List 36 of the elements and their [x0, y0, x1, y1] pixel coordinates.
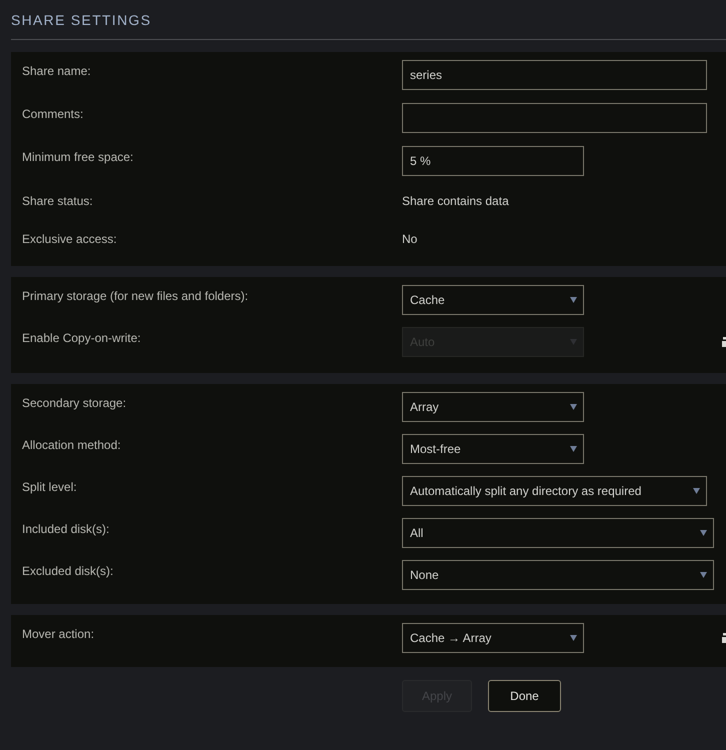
field-label: Minimum free space: [22, 149, 134, 165]
field-label: Share status: [22, 194, 94, 209]
dropdown[interactable]: Cache [402, 285, 584, 315]
dropdown[interactable]: None [402, 560, 714, 590]
field-label: Mover action: [22, 626, 96, 642]
text-field[interactable]: series [402, 60, 707, 90]
field-label: Primary storage (for new files and folders): [22, 288, 250, 304]
text-field[interactable] [402, 103, 707, 133]
caret-icon [570, 635, 577, 641]
dropdown[interactable]: Automatically split any directory as required [402, 476, 707, 506]
field-label: Secondary storage: [22, 395, 128, 411]
caret-icon [570, 404, 577, 410]
field-label: Allocation method: [22, 437, 122, 453]
page-title: SHARE SETTINGS [11, 10, 152, 28]
dropdown[interactable]: Cache → Array [402, 623, 584, 653]
done-button[interactable]: Done [488, 680, 561, 712]
caret-icon [570, 297, 577, 303]
dropdown[interactable]: Most-free [402, 434, 584, 464]
field-label: Comments: [22, 106, 84, 122]
text-field[interactable]: 5 % [402, 146, 584, 176]
info-icon[interactable] [722, 633, 726, 643]
dropdown[interactable]: All [402, 518, 714, 548]
dropdown[interactable]: Array [402, 392, 584, 422]
field-label: Excluded disk(s): [22, 563, 114, 579]
field-label: Enable Copy-on-write: [22, 330, 142, 346]
field-label: Split level: [22, 479, 78, 495]
caret-icon [700, 530, 707, 536]
caret-icon [700, 572, 707, 578]
field-label: Included disk(s): [22, 521, 110, 537]
status-value: Share contains data [402, 194, 509, 209]
caret-icon [570, 339, 577, 345]
caret-icon [693, 488, 700, 494]
status-value: No [402, 232, 418, 247]
field-label: Exclusive access: [22, 232, 118, 247]
field-label: Share name: [22, 63, 92, 79]
caret-icon [570, 446, 577, 452]
